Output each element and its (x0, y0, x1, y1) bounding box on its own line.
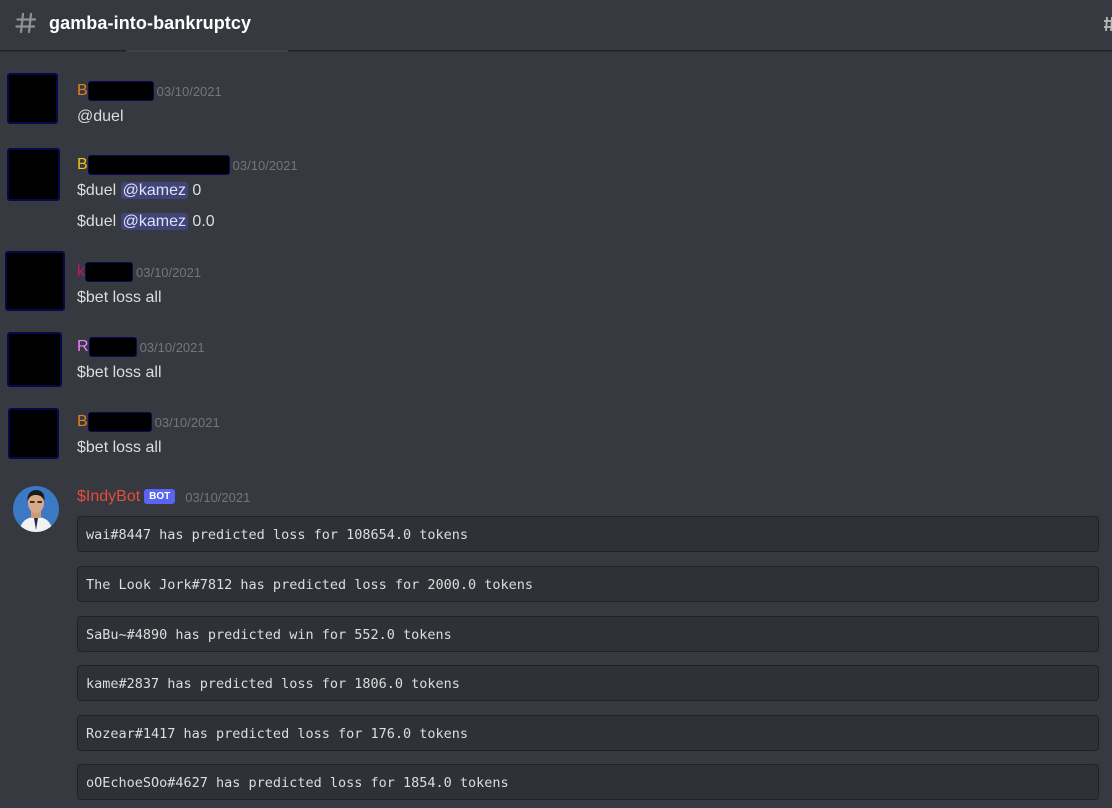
embed: The Look Jork#7812 has predicted loss fo… (77, 566, 1099, 602)
threads-icon[interactable] (1104, 14, 1112, 34)
embed-text: oOEchoeSOo#4627 has predicted loss for 1… (86, 775, 509, 791)
avatar[interactable] (5, 251, 65, 311)
redacted-username (85, 262, 133, 282)
redacted-username (87, 81, 154, 101)
embed: SaBu~#4890 has predicted win for 552.0 t… (77, 616, 1099, 652)
embed: wai#8447 has predicted loss for 108654.0… (77, 516, 1099, 552)
embed-text: SaBu~#4890 has predicted win for 552.0 t… (86, 627, 452, 643)
avatar[interactable] (8, 408, 59, 459)
embed: oOEchoeSOo#4627 has predicted loss for 1… (77, 764, 1099, 800)
redacted-username (88, 337, 137, 357)
embed-text: Rozear#1417 has predicted loss for 176.0… (86, 726, 469, 742)
avatar[interactable] (7, 73, 58, 124)
embed: kame#2837 has predicted loss for 1806.0 … (77, 665, 1099, 701)
message-text: $bet loss all (77, 289, 162, 306)
bot-avatar-image (13, 486, 59, 532)
redacted-username (87, 412, 152, 432)
timestamp: 03/10/2021 (136, 265, 202, 280)
embed-text: wai#8447 has predicted loss for 108654.0… (86, 527, 469, 543)
embed: Rozear#1417 has predicted loss for 176.0… (77, 715, 1099, 751)
username[interactable]: B (77, 412, 88, 432)
message-text: $duel @kamez 0.0 (77, 211, 215, 233)
timestamp: 03/10/2021 (232, 158, 298, 173)
command-text: $duel (77, 213, 121, 230)
message-text: @duel (77, 108, 124, 125)
user-mention[interactable]: @kamez (120, 182, 188, 199)
user-mention[interactable]: @kamez (120, 213, 188, 230)
timestamp: 03/10/2021 (185, 490, 251, 505)
username[interactable]: R (77, 337, 89, 357)
embed-text: kame#2837 has predicted loss for 1806.0 … (86, 676, 460, 692)
username[interactable]: k (77, 262, 85, 282)
username[interactable]: $IndyBot (77, 487, 140, 507)
channel-name: gamba-into-bankruptcy (49, 13, 252, 33)
command-argument: 0 (187, 182, 202, 199)
message-text: $bet loss all (77, 439, 162, 456)
avatar[interactable] (13, 486, 59, 532)
username[interactable]: B (77, 155, 88, 175)
redacted-username (87, 155, 230, 175)
hash-icon (15, 12, 37, 34)
message-text: $bet loss all (77, 364, 162, 381)
username[interactable]: B (77, 81, 88, 101)
avatar[interactable] (7, 332, 62, 387)
timestamp: 03/10/2021 (154, 415, 220, 430)
command-text: $duel (77, 182, 121, 199)
bot-badge: BOT (144, 489, 176, 504)
command-argument: 0.0 (187, 213, 215, 230)
timestamp: 03/10/2021 (139, 340, 205, 355)
message-text: $duel @kamez 0 (77, 180, 201, 202)
channel-header: gamba-into-bankruptcy (0, 0, 1112, 51)
avatar[interactable] (7, 148, 60, 201)
scroll-indicator (126, 50, 288, 52)
timestamp: 03/10/2021 (156, 84, 222, 99)
embed-text: The Look Jork#7812 has predicted loss fo… (86, 577, 534, 593)
